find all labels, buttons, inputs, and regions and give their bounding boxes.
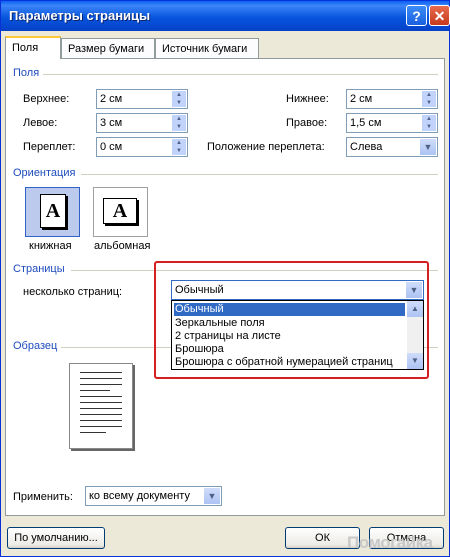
margins-section-title: Поля — [13, 67, 40, 79]
spin-down-icon[interactable]: ▼ — [422, 123, 436, 131]
preview-section-title: Образец — [13, 340, 58, 352]
spin-up-icon[interactable]: ▲ — [172, 139, 186, 147]
apply-label: Применить: — [13, 491, 73, 503]
highlight-callout — [154, 261, 429, 379]
portrait-option[interactable]: A — [25, 187, 80, 237]
spin-down-icon[interactable]: ▼ — [172, 123, 186, 131]
pages-section-title: Страницы — [13, 263, 65, 275]
top-margin-value: 2 см — [100, 93, 123, 105]
watermark: Помогайка — [347, 533, 433, 552]
gutter-spinner[interactable]: 0 см ▲ ▼ — [96, 137, 188, 157]
section-divider — [81, 174, 438, 175]
gutter-position-value: Слева — [350, 141, 383, 153]
bottom-margin-value: 2 см — [350, 93, 373, 105]
spin-down-icon[interactable]: ▼ — [172, 147, 186, 155]
orientation-section-title: Ориентация — [13, 167, 76, 179]
chevron-down-icon[interactable]: ▼ — [420, 139, 436, 155]
multiple-pages-label: несколько страниц: — [23, 286, 123, 298]
gutter-value: 0 см — [100, 141, 123, 153]
right-margin-spinner[interactable]: 1,5 см ▲ ▼ — [346, 113, 438, 133]
gutter-label: Переплет: — [23, 141, 76, 153]
landscape-option[interactable]: A — [93, 187, 148, 237]
spin-up-icon[interactable]: ▲ — [172, 115, 186, 123]
tab-paper-size[interactable]: Размер бумаги — [61, 38, 155, 58]
tab-paper-source[interactable]: Источник бумаги — [155, 38, 259, 58]
left-margin-spinner[interactable]: 3 см ▲ ▼ — [96, 113, 188, 133]
portrait-page-icon: A — [40, 194, 66, 228]
page-setup-dialog: Параметры страницы ? ✕ Поля Размер бумаг… — [0, 0, 450, 557]
spin-up-icon[interactable]: ▲ — [172, 91, 186, 99]
section-divider — [43, 74, 438, 75]
top-margin-spinner[interactable]: 2 см ▲ ▼ — [96, 89, 188, 109]
top-margin-label: Верхнее: — [23, 93, 70, 105]
tab-margins[interactable]: Поля — [5, 36, 61, 59]
close-icon[interactable]: ✕ — [429, 5, 450, 26]
chevron-down-icon[interactable]: ▼ — [204, 488, 220, 504]
apply-to-value: ко всему документу — [89, 490, 190, 502]
spin-up-icon[interactable]: ▲ — [422, 91, 436, 99]
spin-down-icon[interactable]: ▼ — [422, 99, 436, 107]
bottom-margin-label: Нижнее: — [286, 93, 329, 105]
page-preview — [69, 363, 133, 449]
spin-up-icon[interactable]: ▲ — [422, 115, 436, 123]
gutter-position-label: Положение переплета: — [207, 141, 325, 153]
left-margin-label: Левое: — [23, 117, 58, 129]
window-title: Параметры страницы — [9, 8, 151, 23]
landscape-page-icon: A — [103, 198, 137, 224]
right-margin-value: 1,5 см — [350, 117, 382, 129]
title-bar[interactable]: Параметры страницы ? ✕ — [1, 1, 450, 31]
apply-to-select[interactable]: ко всему документу ▼ — [85, 486, 222, 506]
help-icon[interactable]: ? — [406, 5, 427, 26]
landscape-label: альбомная — [94, 240, 151, 252]
bottom-margin-spinner[interactable]: 2 см ▲ ▼ — [346, 89, 438, 109]
left-margin-value: 3 см — [100, 117, 123, 129]
right-margin-label: Правое: — [286, 117, 328, 129]
portrait-label: книжная — [29, 240, 72, 252]
spin-down-icon[interactable]: ▼ — [172, 99, 186, 107]
gutter-position-select[interactable]: Слева ▼ — [346, 137, 438, 157]
default-button[interactable]: По умолчанию... — [7, 527, 105, 549]
